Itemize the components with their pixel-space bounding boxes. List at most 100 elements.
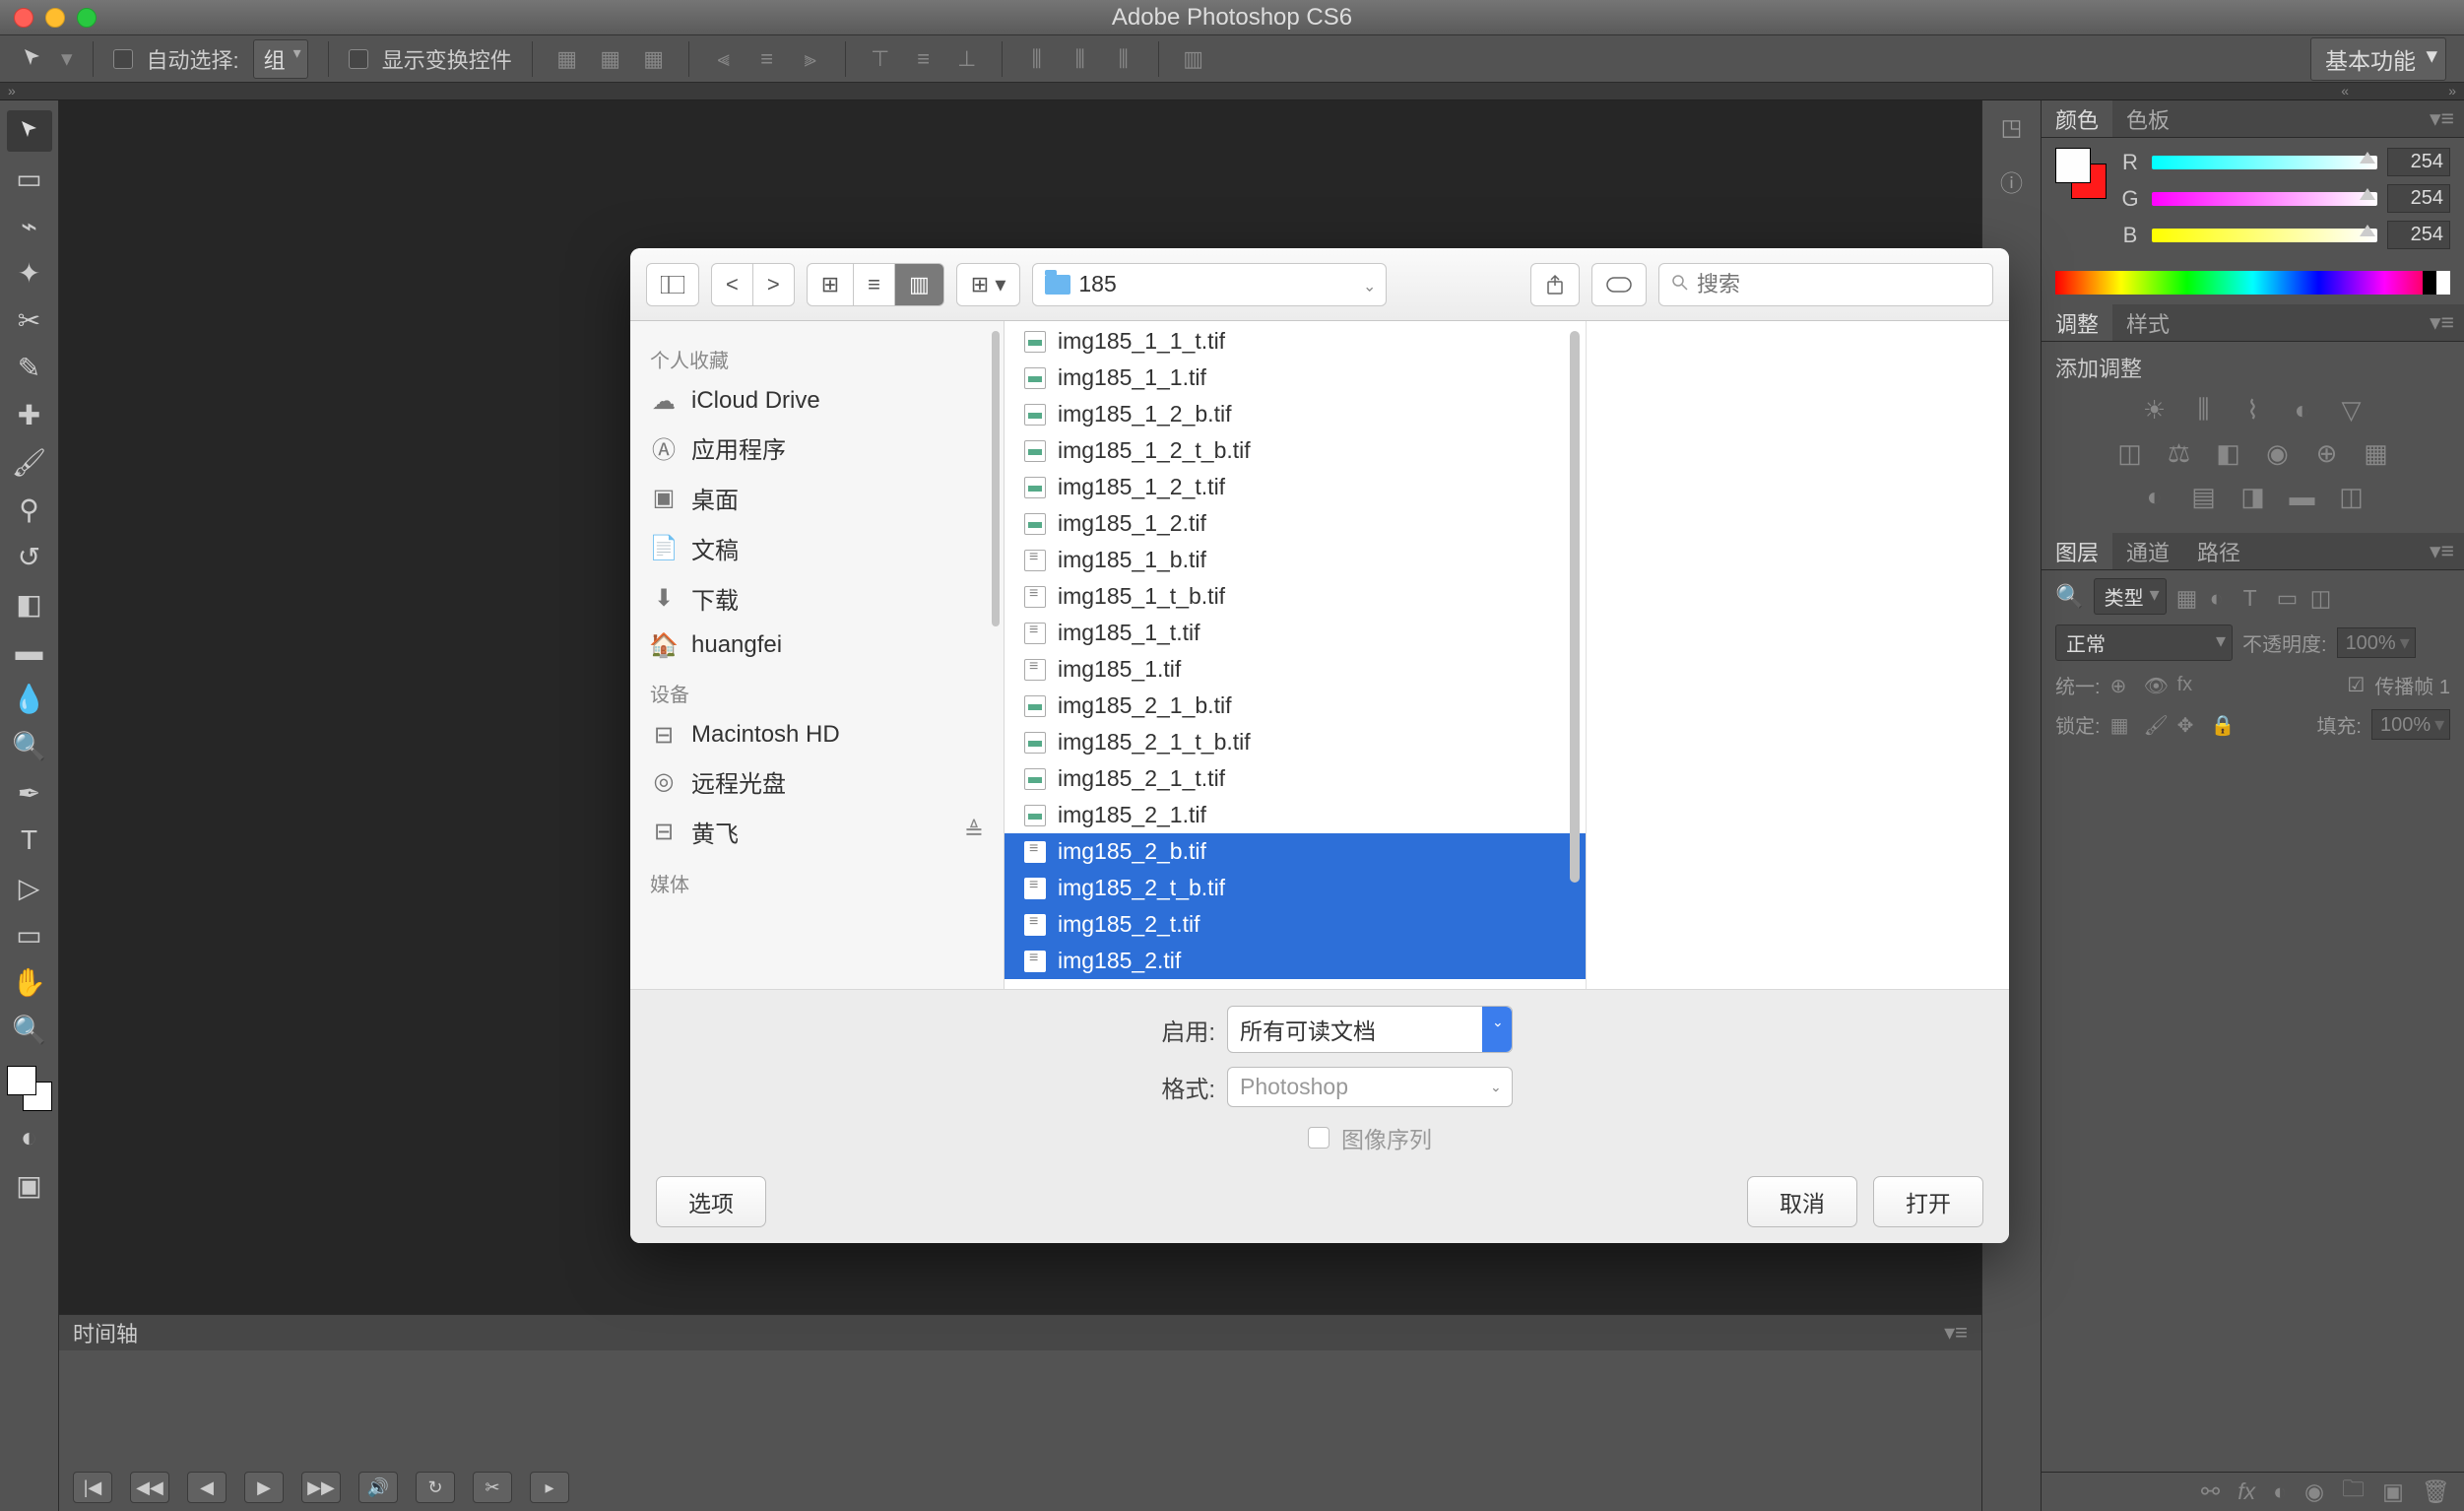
share-button[interactable] — [1530, 263, 1580, 306]
fill-value[interactable]: 100% — [2371, 709, 2450, 740]
lock-transparent-icon[interactable]: ▦ — [2110, 713, 2134, 737]
search-input[interactable] — [1697, 272, 1980, 297]
new-group-icon[interactable]: 🗀 — [2342, 1473, 2365, 1511]
posterize-icon[interactable]: ▤ — [2187, 480, 2221, 513]
tags-button[interactable] — [1591, 263, 1647, 306]
panel-menu-icon[interactable]: ▾≡ — [2420, 309, 2464, 336]
lasso-tool[interactable]: ⌁ — [7, 205, 52, 246]
threshold-icon[interactable]: ◨ — [2237, 480, 2270, 513]
file-list-scrollbar[interactable] — [1570, 331, 1580, 883]
filter-adjust-icon[interactable]: ◐ — [2210, 585, 2234, 609]
unify-position-icon[interactable]: ⊕ — [2110, 674, 2134, 697]
align-icon[interactable]: ▦ — [552, 44, 582, 74]
move-tool-icon[interactable] — [18, 44, 47, 74]
mixer-icon[interactable]: ⊕ — [2310, 436, 2344, 470]
history-panel-icon[interactable]: ◳ — [2001, 114, 2023, 141]
curves-icon[interactable]: ⌇ — [2237, 393, 2270, 427]
path-dropdown[interactable]: 185 — [1032, 263, 1387, 306]
sidebar-item[interactable]: 🏠huangfei — [630, 624, 1004, 667]
color-swatch[interactable] — [7, 1066, 52, 1111]
hand-tool[interactable]: ✋ — [7, 961, 52, 1003]
shape-tool[interactable]: ▭ — [7, 914, 52, 955]
type-tool[interactable]: T — [7, 820, 52, 861]
panel-menu-icon[interactable]: ▾≡ — [1944, 1320, 1968, 1346]
file-row[interactable]: img185_1.tif — [1005, 651, 1586, 688]
timeline-tab[interactable]: 时间轴 — [73, 1317, 138, 1348]
sidebar-scrollbar[interactable] — [992, 331, 1000, 626]
sidebar-item[interactable]: ⬇下载 — [630, 573, 1004, 624]
expand-dock-icon[interactable]: » — [8, 83, 16, 99]
exposure-icon[interactable]: ◐ — [2286, 393, 2319, 427]
sidebar-item[interactable]: ☁iCloud Drive — [630, 379, 1004, 423]
list-view-button[interactable]: ≡ — [853, 263, 895, 306]
play-button[interactable]: ▶ — [244, 1472, 284, 1503]
auto-select-checkbox[interactable] — [113, 49, 133, 69]
b-slider[interactable] — [2152, 229, 2377, 242]
split-button[interactable]: ✂ — [473, 1472, 512, 1503]
align-left-icon[interactable]: ⫷ — [709, 44, 739, 74]
brightness-icon[interactable]: ☀ — [2138, 393, 2172, 427]
panel-swatch[interactable] — [2055, 148, 2107, 199]
hue-icon[interactable]: ◫ — [2113, 436, 2147, 470]
foreground-color[interactable] — [7, 1066, 36, 1095]
cancel-button[interactable]: 取消 — [1747, 1176, 1857, 1227]
file-row[interactable]: img185_1_t.tif — [1005, 615, 1586, 651]
crop-tool[interactable]: ✂ — [7, 299, 52, 341]
file-row[interactable]: img185_2_1_b.tif — [1005, 688, 1586, 724]
close-window-button[interactable] — [14, 8, 33, 28]
sidebar-item[interactable]: ⊟Macintosh HD — [630, 713, 1004, 756]
zoom-window-button[interactable] — [77, 8, 97, 28]
file-row[interactable]: img185_2.tif — [1005, 943, 1586, 979]
collapse-dock-icon[interactable]: « » — [2341, 83, 2456, 99]
search-field[interactable] — [1658, 263, 1993, 306]
levels-icon[interactable]: ⫼ — [2187, 393, 2221, 427]
filter-smart-icon[interactable]: ◫ — [2310, 585, 2334, 609]
vibrance-icon[interactable]: ▽ — [2335, 393, 2368, 427]
panel-menu-icon[interactable]: ▾≡ — [2420, 538, 2464, 564]
blur-tool[interactable]: 💧 — [7, 678, 52, 719]
sidebar-item[interactable]: ⊟黄飞≜ — [630, 807, 1004, 857]
styles-tab[interactable]: 样式 — [2112, 304, 2183, 341]
layer-fx-icon[interactable]: fx — [2237, 1478, 2255, 1505]
enable-dropdown[interactable]: 所有可读文档 — [1227, 1006, 1513, 1053]
transition-button[interactable]: ▸ — [530, 1472, 569, 1503]
properties-panel-icon[interactable]: ⓘ — [2000, 164, 2023, 198]
unify-visibility-icon[interactable]: 👁 — [2144, 674, 2168, 697]
options-button[interactable]: 选项 — [656, 1176, 766, 1227]
photo-filter-icon[interactable]: ◉ — [2261, 436, 2295, 470]
format-dropdown[interactable]: Photoshop — [1227, 1067, 1513, 1107]
color-tab[interactable]: 颜色 — [2042, 100, 2112, 137]
r-value[interactable]: 254 — [2387, 148, 2450, 176]
lock-position-icon[interactable]: ✥ — [2177, 713, 2201, 737]
color-spectrum[interactable] — [2055, 271, 2450, 295]
forward-button[interactable]: > — [752, 263, 795, 306]
sidebar-item[interactable]: Ⓐ应用程序 — [630, 423, 1004, 473]
pen-tool[interactable]: ✒ — [7, 772, 52, 814]
sidebar-item[interactable]: ◎远程光盘 — [630, 756, 1004, 807]
align-icon[interactable]: ▦ — [596, 44, 625, 74]
heal-tool[interactable]: ✚ — [7, 394, 52, 435]
align-bottom-icon[interactable]: ⊥ — [952, 44, 982, 74]
selective-icon[interactable]: ◫ — [2335, 480, 2368, 513]
first-frame-button[interactable]: |◀ — [73, 1472, 112, 1503]
filter-type-dropdown[interactable]: 类型 — [2094, 578, 2167, 615]
lock-all-icon[interactable]: 🔒 — [2211, 713, 2235, 737]
file-row[interactable]: img185_2_t_b.tif — [1005, 870, 1586, 906]
align-right-icon[interactable]: ⫸ — [796, 44, 825, 74]
unify-style-icon[interactable]: fx — [2177, 674, 2201, 697]
audio-button[interactable]: 🔊 — [358, 1472, 398, 1503]
brush-tool[interactable]: 🖌 — [7, 441, 52, 483]
opacity-value[interactable]: 100% — [2337, 627, 2416, 658]
align-middle-icon[interactable]: ≡ — [909, 44, 939, 74]
file-row[interactable]: img185_1_2_t_b.tif — [1005, 432, 1586, 469]
eraser-tool[interactable]: ◧ — [7, 583, 52, 624]
marquee-tool[interactable]: ▭ — [7, 158, 52, 199]
filter-shape-icon[interactable]: ▭ — [2277, 585, 2301, 609]
file-row[interactable]: img185_1_b.tif — [1005, 542, 1586, 578]
g-slider[interactable] — [2152, 192, 2377, 206]
gradient-tool[interactable]: ▬ — [7, 630, 52, 672]
invert-icon[interactable]: ◐ — [2138, 480, 2172, 513]
delete-layer-icon[interactable]: 🗑 — [2422, 1478, 2450, 1505]
paths-tab[interactable]: 路径 — [2183, 533, 2254, 569]
image-sequence-checkbox[interactable] — [1308, 1127, 1329, 1149]
